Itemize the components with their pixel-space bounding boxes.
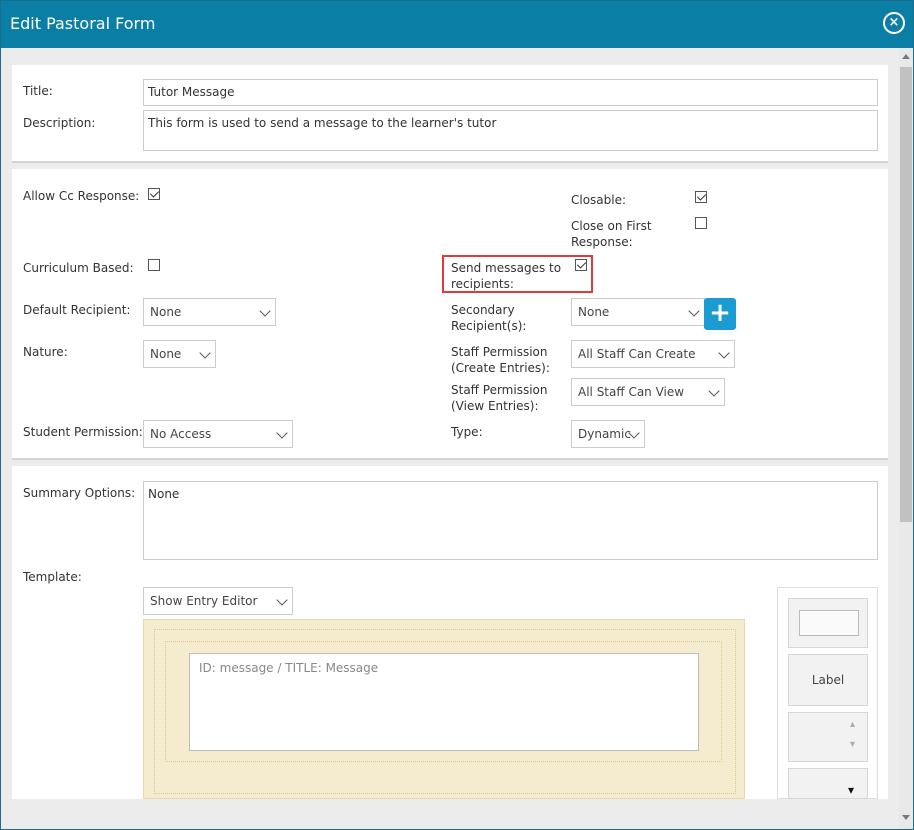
type-select[interactable]: Dynamic [571,420,645,448]
title-input[interactable]: Tutor Message [143,79,878,106]
secondary-label-line1: Secondary [451,303,515,317]
default-recipient-select[interactable]: None [143,298,276,326]
palette-number-item[interactable]: ▴ ▾ [788,712,868,762]
allow-cc-label: Allow Cc Response: [23,189,140,203]
staff-create-select[interactable]: All Staff Can Create [571,340,735,368]
textbox-preview-icon [799,610,859,636]
dialog-title: Edit Pastoral Form [10,14,156,33]
staff-create-value: All Staff Can Create [578,347,696,361]
title-label: Title: [23,84,53,98]
scroll-up-arrow-icon[interactable] [902,54,910,59]
student-permission-select[interactable]: No Access [143,420,293,448]
staff-view-label-line1: Staff Permission [451,383,548,397]
close-first-label-line2: Response: [571,235,633,249]
palette-dropdown-item[interactable]: ▾ [788,768,868,799]
closable-label: Closable: [571,193,627,207]
secondary-recipient-select[interactable]: None [571,298,705,326]
summary-options-label: Summary Options: [23,486,136,500]
close-first-checkbox[interactable] [695,217,707,229]
staff-create-label-line1: Staff Permission [451,345,548,359]
template-message-field[interactable]: ID: message / TITLE: Message [189,653,699,751]
student-permission-label: Student Permission: [23,425,143,439]
chevron-down-icon [276,594,288,606]
summary-options-input[interactable]: None [143,481,878,560]
description-label: Description: [23,116,96,130]
chevron-down-icon [259,305,271,317]
type-value: Dynamic [578,427,631,441]
edit-pastoral-form-dialog: Edit Pastoral Form × Title: Tutor Messag… [0,0,914,830]
allow-cc-checkbox[interactable] [148,188,160,200]
nature-label: Nature: [23,345,68,359]
description-input[interactable]: This form is used to send a message to t… [143,110,878,151]
secondary-recipient-value: None [578,305,610,319]
chevron-down-icon [688,305,700,317]
student-permission-value: No Access [150,427,212,441]
close-first-label-line1: Close on First [571,219,652,233]
palette-label-item[interactable]: Label [788,654,868,706]
chevron-down-icon [276,427,288,439]
spin-down-icon: ▾ [849,739,855,750]
template-mode-value: Show Entry Editor [150,594,258,608]
nature-value: None [150,347,182,361]
template-mode-select[interactable]: Show Entry Editor [143,587,293,615]
chevron-down-icon [718,347,730,359]
chevron-down-icon [199,347,211,359]
palette-textbox-item[interactable] [788,598,868,648]
highlight-box [442,255,593,293]
staff-view-label-line2: (View Entries): [451,399,539,413]
default-recipient-value: None [150,305,182,319]
spin-up-icon: ▴ [849,719,855,730]
staff-view-select[interactable]: All Staff Can View [571,378,725,406]
close-icon[interactable]: × [883,12,905,34]
type-label: Type: [451,425,483,439]
staff-view-value: All Staff Can View [578,385,685,399]
curriculum-label: Curriculum Based: [23,261,134,275]
scrollbar-thumb[interactable] [900,67,912,522]
dropdown-arrow-icon: ▾ [847,783,854,797]
scroll-down-arrow-icon[interactable] [902,815,910,820]
default-recipient-label: Default Recipient: [23,303,131,317]
chevron-down-icon [708,385,720,397]
closable-checkbox[interactable] [695,191,707,203]
secondary-label-line2: Recipient(s): [451,319,527,333]
nature-select[interactable]: None [143,340,216,368]
add-recipient-button[interactable]: + [704,298,736,330]
template-label: Template: [23,570,82,584]
staff-create-label-line2: (Create Entries): [451,361,550,375]
curriculum-checkbox[interactable] [148,259,160,271]
dialog-titlebar: Edit Pastoral Form × [1,1,913,48]
